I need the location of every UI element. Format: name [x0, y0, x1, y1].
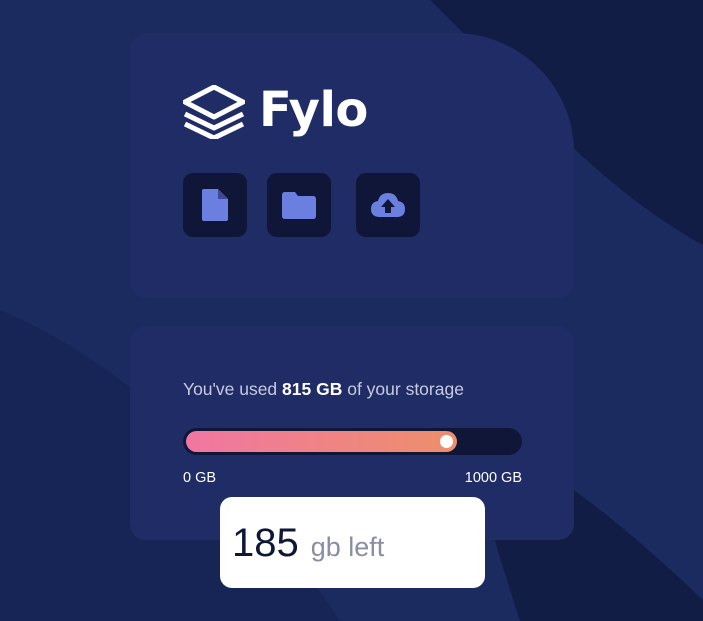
stack-logo-icon: [183, 85, 245, 139]
logo-card: Fylo: [130, 33, 574, 298]
upload-icon: [371, 193, 405, 217]
folder-icon: [282, 191, 316, 219]
usage-suffix: of your storage: [342, 379, 464, 399]
storage-progress-bar: [183, 428, 522, 455]
upload-button[interactable]: [356, 173, 420, 237]
document-button[interactable]: [183, 173, 247, 237]
used-amount: 815 GB: [282, 379, 343, 399]
usage-text: You've used 815 GB of your storage: [183, 379, 464, 400]
remaining-badge: 185 gb left: [220, 497, 485, 588]
scale-min-label: 0 GB: [183, 470, 217, 486]
storage-progress-fill: [186, 431, 457, 452]
remaining-unit: gb left: [310, 532, 385, 562]
progress-knob: [440, 435, 453, 448]
folder-button[interactable]: [267, 173, 331, 237]
usage-prefix: You've used: [183, 379, 283, 399]
remaining-value: 185: [232, 521, 299, 565]
scale-max-label: 1000 GB: [464, 470, 522, 486]
document-icon: [202, 189, 228, 221]
logo: Fylo: [183, 85, 368, 139]
logo-text: Fylo: [259, 82, 368, 138]
